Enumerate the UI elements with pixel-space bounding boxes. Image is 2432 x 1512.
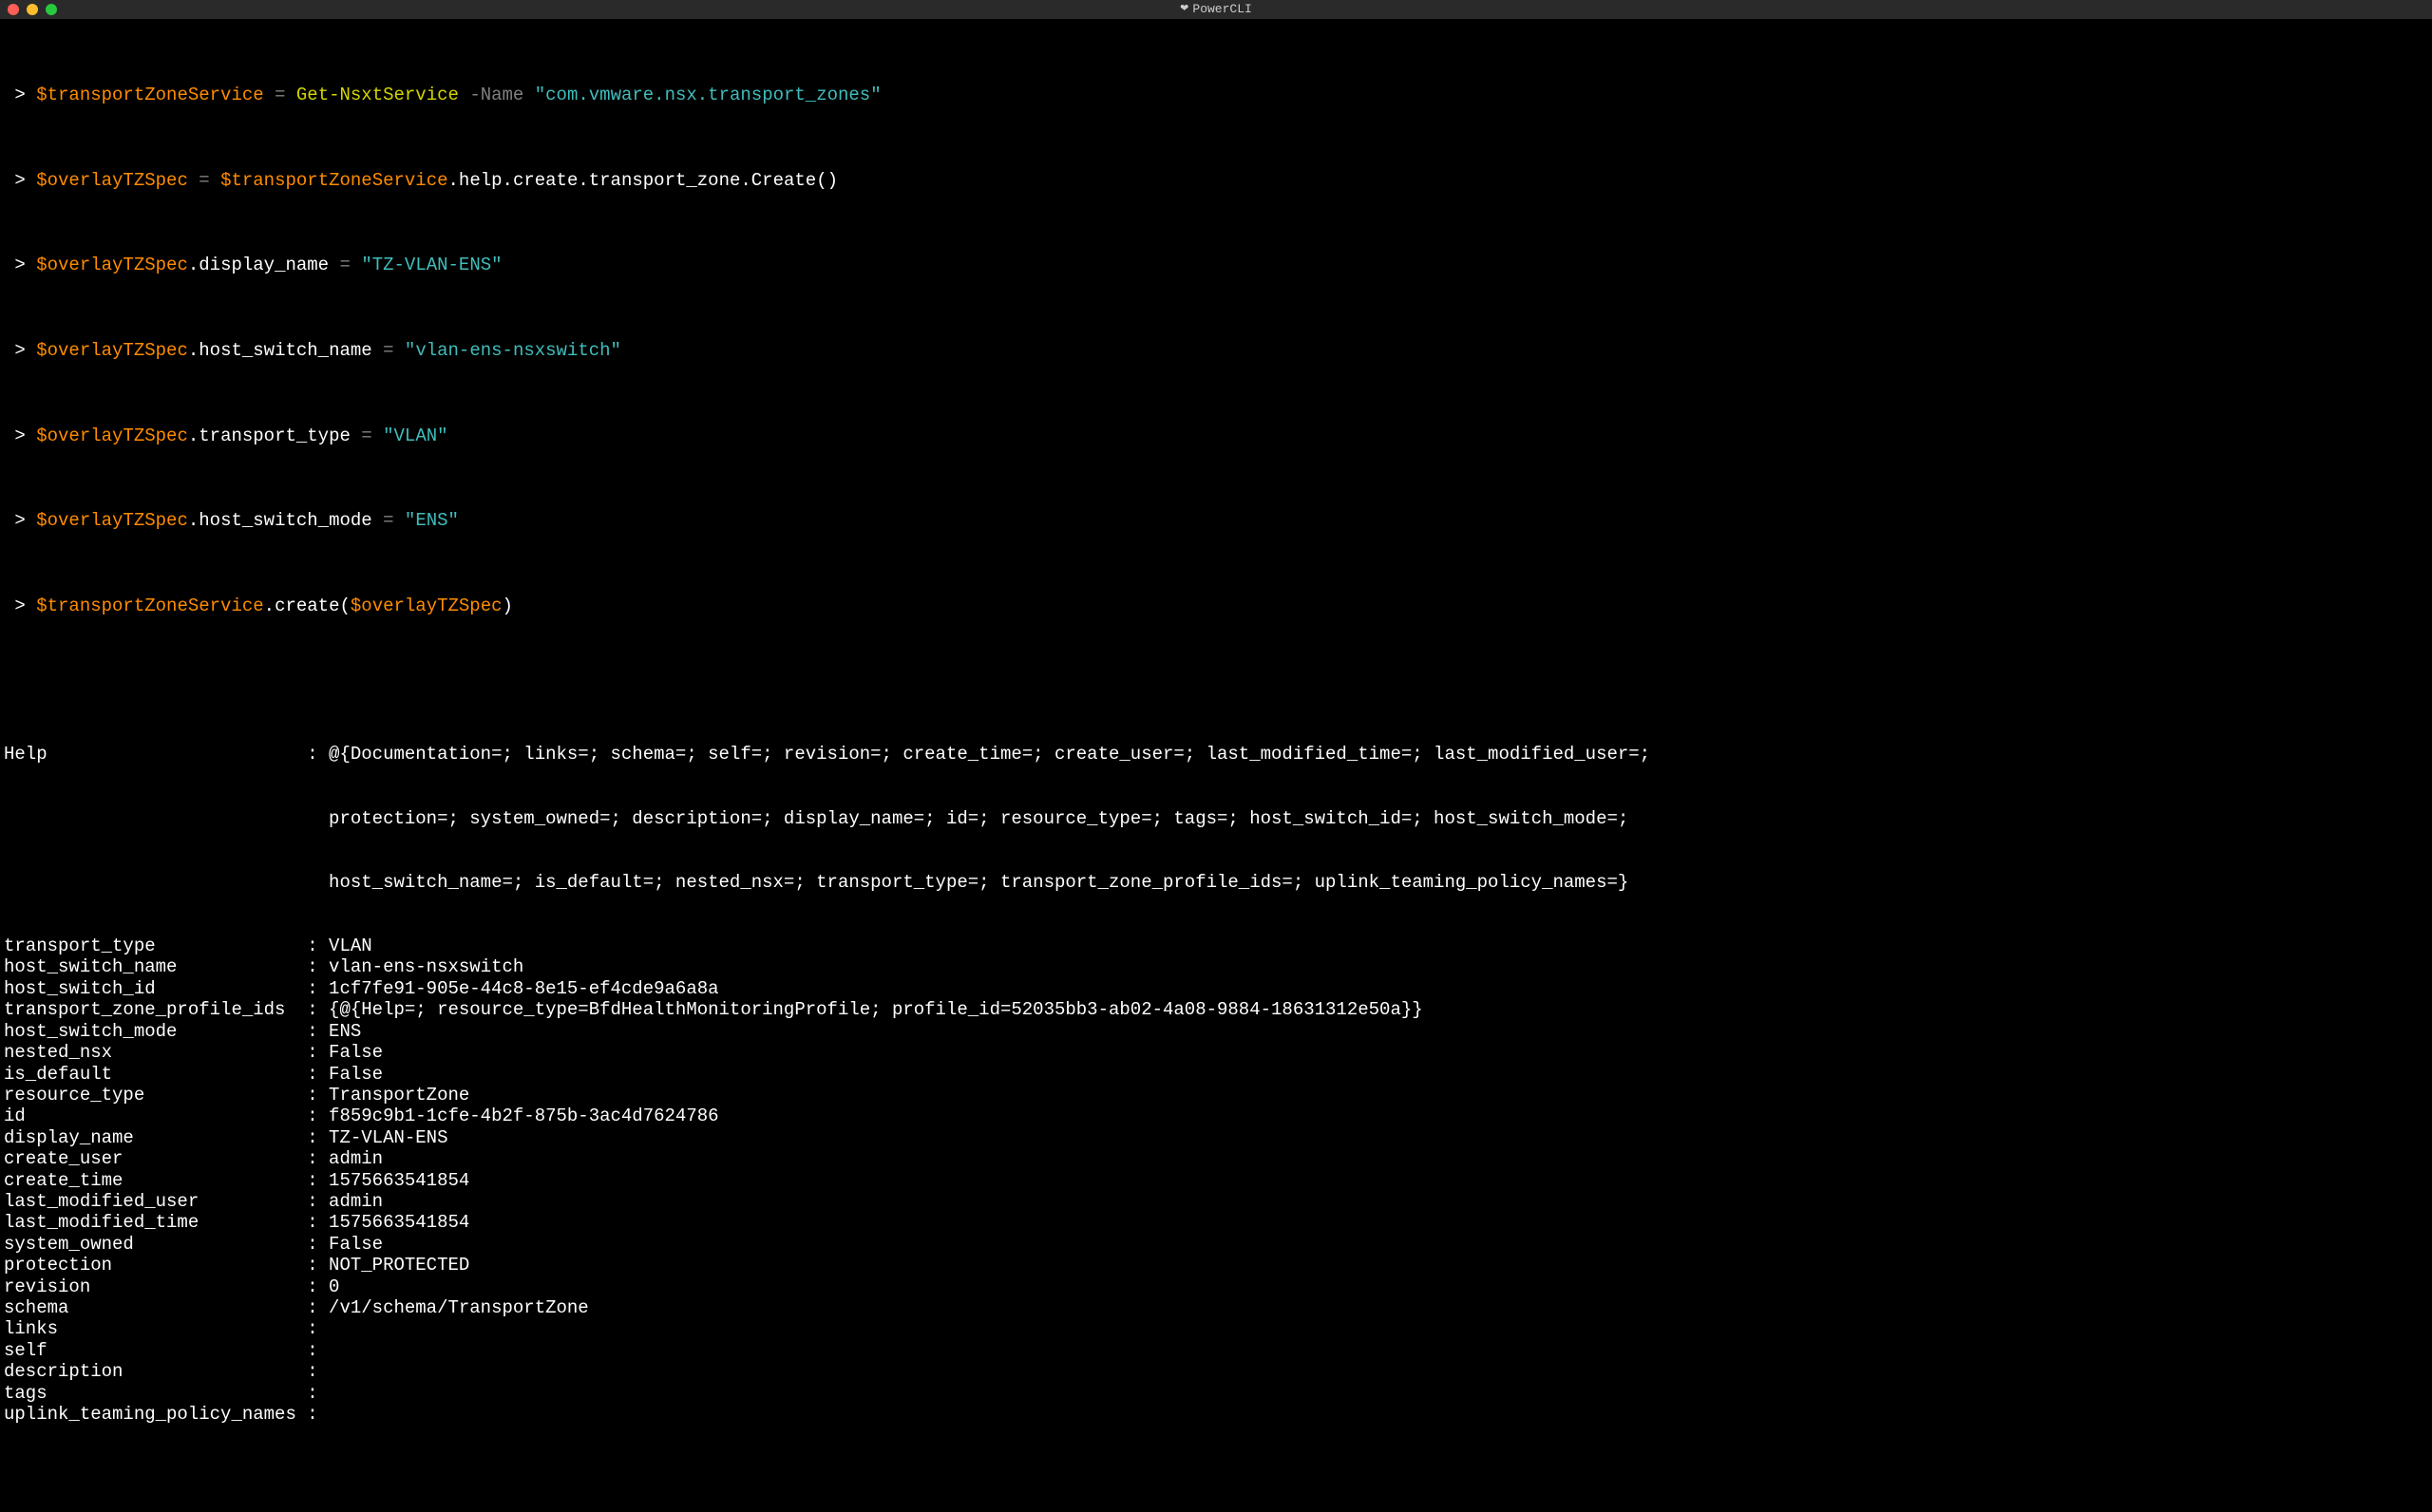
close-button[interactable] <box>8 4 19 15</box>
output-kv-line: transport_type : VLAN <box>4 936 2428 956</box>
heart-icon: ❤ <box>1180 4 1188 16</box>
output-kv-line: host_switch_name : vlan-ens-nsxswitch <box>4 956 2428 977</box>
minimize-button[interactable] <box>27 4 38 15</box>
terminal-content[interactable]: > $transportZoneService = Get-NsxtServic… <box>0 19 2432 1512</box>
command-line: > $overlayTZSpec.transport_type = "VLAN" <box>4 425 2428 446</box>
window-titlebar: ❤ PowerCLI <box>0 0 2432 19</box>
command-line: > $transportZoneService.create($overlayT… <box>4 595 2428 616</box>
output-kv-line: is_default : False <box>4 1064 2428 1085</box>
window-controls <box>8 4 57 15</box>
command-line: > $transportZoneService = Get-NsxtServic… <box>4 85 2428 105</box>
output-kv-line: schema : /v1/schema/TransportZone <box>4 1297 2428 1318</box>
output-kv-line: last_modified_time : 1575663541854 <box>4 1212 2428 1233</box>
output-kv-line: uplink_teaming_policy_names : <box>4 1404 2428 1425</box>
output-line: Help : @{Documentation=; links=; schema=… <box>4 744 2428 765</box>
command-line: > $overlayTZSpec.host_switch_mode = "ENS… <box>4 510 2428 531</box>
output-kv-line: transport_zone_profile_ids : {@{Help=; r… <box>4 999 2428 1020</box>
title-text: PowerCLI <box>1192 2 1251 16</box>
output-kv-line: host_switch_id : 1cf7fe91-905e-44c8-8e15… <box>4 978 2428 999</box>
output-block: Help : @{Documentation=; links=; schema=… <box>4 702 2428 1468</box>
maximize-button[interactable] <box>46 4 57 15</box>
command-line: > $overlayTZSpec.host_switch_name = "vla… <box>4 340 2428 361</box>
output-kv-line: create_time : 1575663541854 <box>4 1170 2428 1191</box>
output-kv-line: id : f859c9b1-1cfe-4b2f-875b-3ac4d762478… <box>4 1106 2428 1126</box>
output-kv-line: system_owned : False <box>4 1234 2428 1255</box>
output-kv-line: tags : <box>4 1383 2428 1404</box>
output-kv-line: last_modified_user : admin <box>4 1191 2428 1212</box>
output-kv-line: host_switch_mode : ENS <box>4 1021 2428 1042</box>
output-kv-line: nested_nsx : False <box>4 1042 2428 1063</box>
output-kv-line: self : <box>4 1340 2428 1361</box>
output-kv-line: revision : 0 <box>4 1276 2428 1297</box>
output-line: protection=; system_owned=; description=… <box>4 808 2428 829</box>
window-title: ❤ PowerCLI <box>1180 2 1252 16</box>
output-kv-line: display_name : TZ-VLAN-ENS <box>4 1127 2428 1148</box>
command-line: > $overlayTZSpec.display_name = "TZ-VLAN… <box>4 255 2428 275</box>
output-line: host_switch_name=; is_default=; nested_n… <box>4 872 2428 893</box>
output-kv-line: links : <box>4 1318 2428 1339</box>
command-line: > $overlayTZSpec = $transportZoneService… <box>4 170 2428 191</box>
output-kv-line: resource_type : TransportZone <box>4 1085 2428 1106</box>
output-kv-line: protection : NOT_PROTECTED <box>4 1255 2428 1276</box>
output-kv-line: create_user : admin <box>4 1148 2428 1169</box>
output-kv-line: description : <box>4 1361 2428 1382</box>
